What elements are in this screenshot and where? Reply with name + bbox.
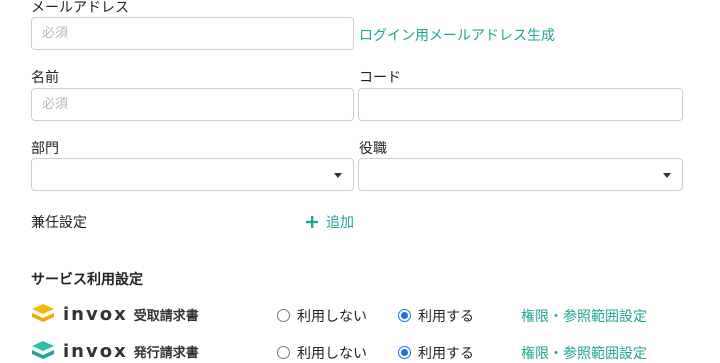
name-label: 名前 [31, 70, 59, 86]
plus-icon [306, 216, 318, 228]
position-label: 役職 [359, 141, 387, 157]
generate-login-email-link[interactable]: ログイン用メールアドレス生成 [359, 25, 555, 45]
radio-use-label: 利用する [418, 346, 474, 362]
chevron-down-icon [663, 173, 671, 178]
concurrent-label: 兼任設定 [31, 215, 87, 231]
radio-not-use-receive[interactable] [277, 309, 290, 322]
service-name: 受取請求書 [133, 308, 199, 324]
service-brand: invox [63, 303, 128, 325]
add-concurrent-button[interactable]: 追加 [305, 212, 354, 232]
service-row-receive: invox 受取請求書 [31, 303, 199, 325]
service-settings-title: サービス利用設定 [31, 272, 143, 288]
radio-use-receive[interactable] [398, 309, 411, 322]
name-input[interactable] [31, 88, 354, 121]
chevron-down-icon [334, 173, 342, 178]
scope-settings-link-receive[interactable]: 権限・参照範囲設定 [521, 306, 647, 326]
invox-receive-logo-icon [32, 304, 54, 322]
service-row-issue: invox 発行請求書 [31, 340, 199, 362]
email-input[interactable] [31, 17, 354, 50]
radio-use-issue[interactable] [398, 346, 411, 359]
add-concurrent-label: 追加 [326, 215, 354, 231]
position-select[interactable] [358, 158, 683, 191]
code-input[interactable] [358, 88, 683, 121]
scope-settings-link-issue[interactable]: 権限・参照範囲設定 [521, 343, 647, 363]
email-label: メールアドレス [31, 0, 129, 16]
service-brand: invox [63, 340, 128, 362]
department-select[interactable] [31, 158, 354, 191]
code-label: コード [359, 70, 401, 86]
department-label: 部門 [31, 141, 59, 157]
radio-not-use-label: 利用しない [297, 346, 367, 362]
radio-not-use-label: 利用しない [297, 309, 367, 325]
radio-not-use-issue[interactable] [277, 346, 290, 359]
invox-issue-logo-icon [32, 341, 54, 359]
radio-use-label: 利用する [418, 309, 474, 325]
service-name: 発行請求書 [133, 345, 199, 361]
